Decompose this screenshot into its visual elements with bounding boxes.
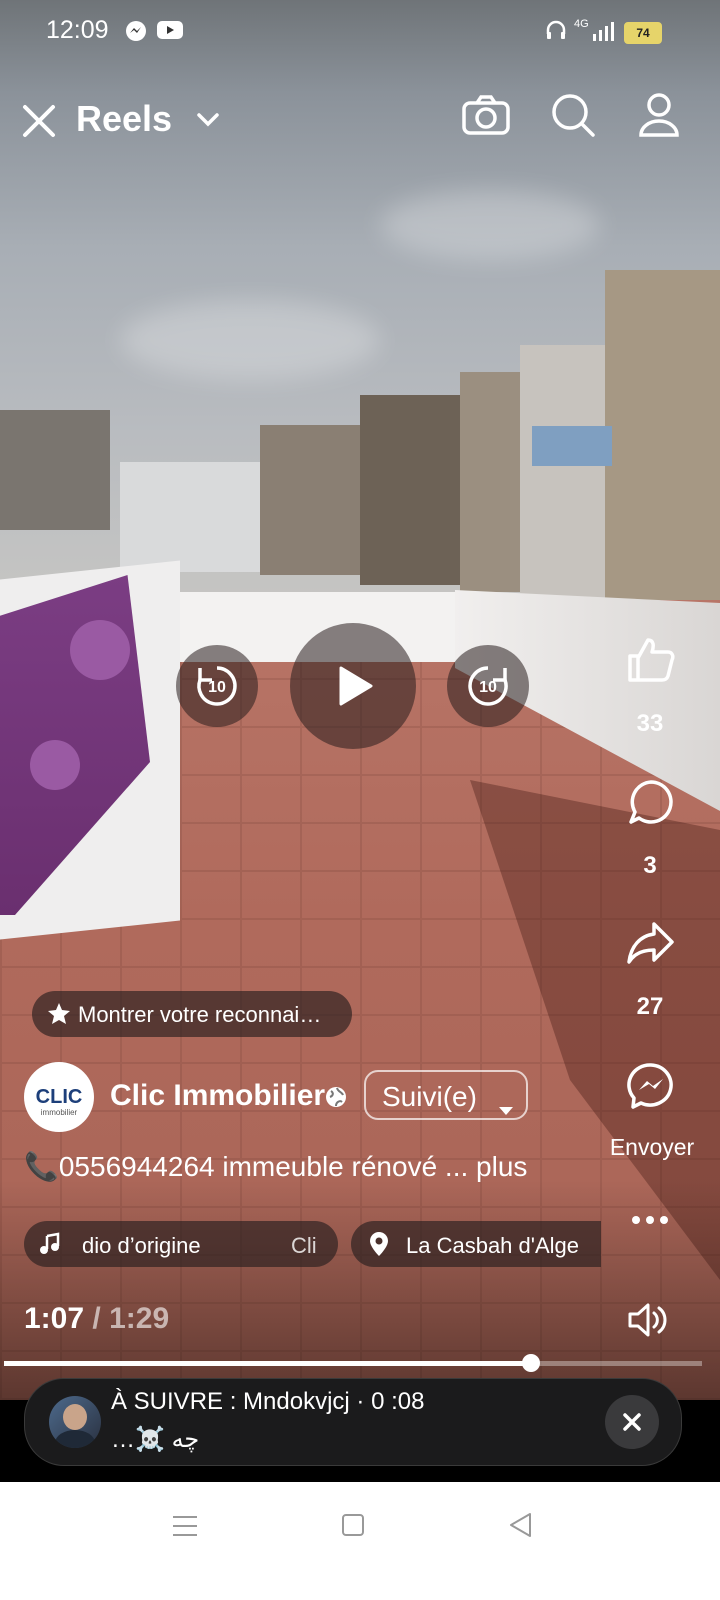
building [605,270,720,600]
audio-title: dio d’origine [82,1233,201,1258]
support-prompt[interactable]: Montrer votre reconnai… [32,991,352,1037]
building [120,462,280,572]
logo-text: CLIC [35,1086,83,1108]
time-separator: / [92,1302,101,1335]
youtube-icon [157,20,183,45]
status-bar: 12:09 4G 74 [0,0,720,62]
rewind-10-button[interactable]: 10 [176,645,258,727]
share-count: 27 [636,993,664,1020]
rewind-icon: 10 [197,666,237,706]
comment-count: 3 [643,852,657,879]
forward-icon: 10 [468,666,508,706]
follow-label: Suivi(e) [382,1081,477,1112]
music-note-icon [38,1232,62,1262]
rug-flower [30,740,80,790]
globe-icon [324,1085,348,1109]
location-pill[interactable]: La Casbah d'Alge [351,1221,601,1267]
see-more-link[interactable]: ... plus [445,1151,527,1182]
back-icon[interactable] [508,1512,534,1538]
support-prompt-label: Montrer votre reconnai… [78,1002,322,1027]
recents-menu-icon[interactable] [172,1514,198,1538]
location-label: La Casbah d'Alge [406,1233,579,1258]
bottom-gradient [0,1180,720,1400]
avatar[interactable]: CLIC immobilier [24,1062,94,1132]
headphones-icon [545,20,567,45]
window [532,426,612,466]
forward-label: 10 [479,679,497,696]
like-icon[interactable] [626,636,676,684]
current-time: 1:07 [24,1302,85,1335]
follow-button[interactable]: Suivi(e) [364,1070,528,1120]
like-count: 33 [636,710,664,737]
volume-icon[interactable] [626,1300,670,1340]
up-next-avatar [49,1396,101,1448]
up-next-card[interactable]: À SUIVRE : Mndokvjcj · 0 :08 …☠️ چه [24,1378,682,1466]
battery-level: 74 [624,22,662,44]
building [0,410,110,530]
comment-icon[interactable] [627,778,675,826]
messenger-icon [125,20,147,47]
play-button[interactable] [290,623,416,749]
system-nav-bar [0,1482,720,1600]
cloud [120,300,380,380]
page-title[interactable]: Reels [76,98,172,140]
more-options-icon[interactable] [630,1212,670,1228]
status-time: 12:09 [46,16,109,44]
up-next-label: À SUIVRE : Mndokvjcj · 0 :08 [111,1388,425,1415]
signal-icon [592,20,614,47]
time-display: 1:07 / 1:29 [24,1302,169,1336]
rewind-label: 10 [208,679,226,696]
network-type: 4G [574,18,589,30]
play-icon [339,666,373,706]
messenger-send-icon[interactable] [627,1062,675,1110]
duration: 1:29 [109,1302,170,1335]
cloud [380,190,600,260]
audio-artist: Cli [291,1233,317,1258]
logo-subtext: immobilier [40,1108,78,1117]
caption[interactable]: 📞0556944264 immeuble rénové ... plus [24,1150,527,1183]
progress-scrubber[interactable] [522,1354,540,1372]
profile-icon[interactable] [638,92,680,138]
rug-flower [70,620,130,680]
search-icon[interactable] [550,92,596,138]
up-next-subtitle: …☠️ چه [111,1426,200,1453]
building [260,425,370,575]
caret-down-icon [498,1091,514,1123]
author-name[interactable]: Clic Immobilier [110,1079,325,1113]
location-pin-icon [369,1231,389,1263]
star-badge-icon [46,1001,72,1033]
chevron-down-icon[interactable] [196,112,220,128]
building [360,395,470,585]
send-label[interactable]: Envoyer [602,1134,702,1161]
home-icon[interactable] [341,1513,365,1537]
caption-text: 📞0556944264 immeuble rénové [24,1151,438,1182]
forward-10-button[interactable]: 10 [447,645,529,727]
progress-fill [4,1361,531,1366]
camera-icon[interactable] [462,95,510,135]
close-icon[interactable] [20,102,58,140]
dismiss-up-next-button[interactable] [605,1395,659,1449]
audio-pill[interactable]: dio d’origine Cli [24,1221,338,1267]
share-icon[interactable] [626,920,676,966]
close-icon [623,1413,641,1431]
